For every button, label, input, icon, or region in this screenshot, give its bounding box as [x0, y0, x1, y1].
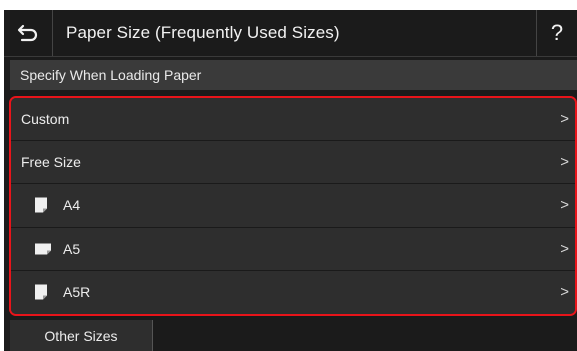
- chevron-right-icon: >: [560, 283, 569, 301]
- specify-when-loading-option[interactable]: Specify When Loading Paper: [10, 60, 577, 90]
- list-item-label: Custom: [21, 111, 70, 128]
- frequent-sizes-list: Custom > Free Size > A4 > A5 > A5R >: [9, 96, 577, 316]
- portrait-paper-icon: [35, 284, 47, 300]
- list-item-custom[interactable]: Custom >: [11, 98, 575, 142]
- back-button[interactable]: [4, 10, 53, 56]
- chevron-right-icon: >: [560, 110, 569, 128]
- list-item-a5r[interactable]: A5R >: [11, 270, 575, 314]
- back-arrow-icon: [17, 24, 38, 42]
- list-item-label: A5R: [63, 284, 91, 301]
- chevron-right-icon: >: [560, 196, 569, 214]
- chevron-right-icon: >: [560, 240, 569, 258]
- help-button[interactable]: ?: [536, 10, 577, 56]
- list-item-a4[interactable]: A4 >: [11, 184, 575, 228]
- landscape-paper-icon: [35, 243, 51, 255]
- page-title: Paper Size (Frequently Used Sizes): [66, 23, 340, 42]
- bottom-bar: Other Sizes: [4, 320, 577, 351]
- other-sizes-button[interactable]: Other Sizes: [10, 320, 153, 351]
- portrait-paper-icon: [35, 197, 47, 213]
- list-item-free-size[interactable]: Free Size >: [11, 141, 575, 185]
- list-item-label: A5: [63, 240, 81, 257]
- chevron-right-icon: >: [560, 153, 569, 171]
- list-item-label: A4: [63, 197, 81, 214]
- paper-size-screen: Paper Size (Frequently Used Sizes) ? Spe…: [4, 10, 577, 351]
- list-item-label: Free Size: [21, 154, 81, 171]
- header-bar: Paper Size (Frequently Used Sizes) ?: [4, 10, 577, 57]
- list-item-a5[interactable]: A5 >: [11, 227, 575, 271]
